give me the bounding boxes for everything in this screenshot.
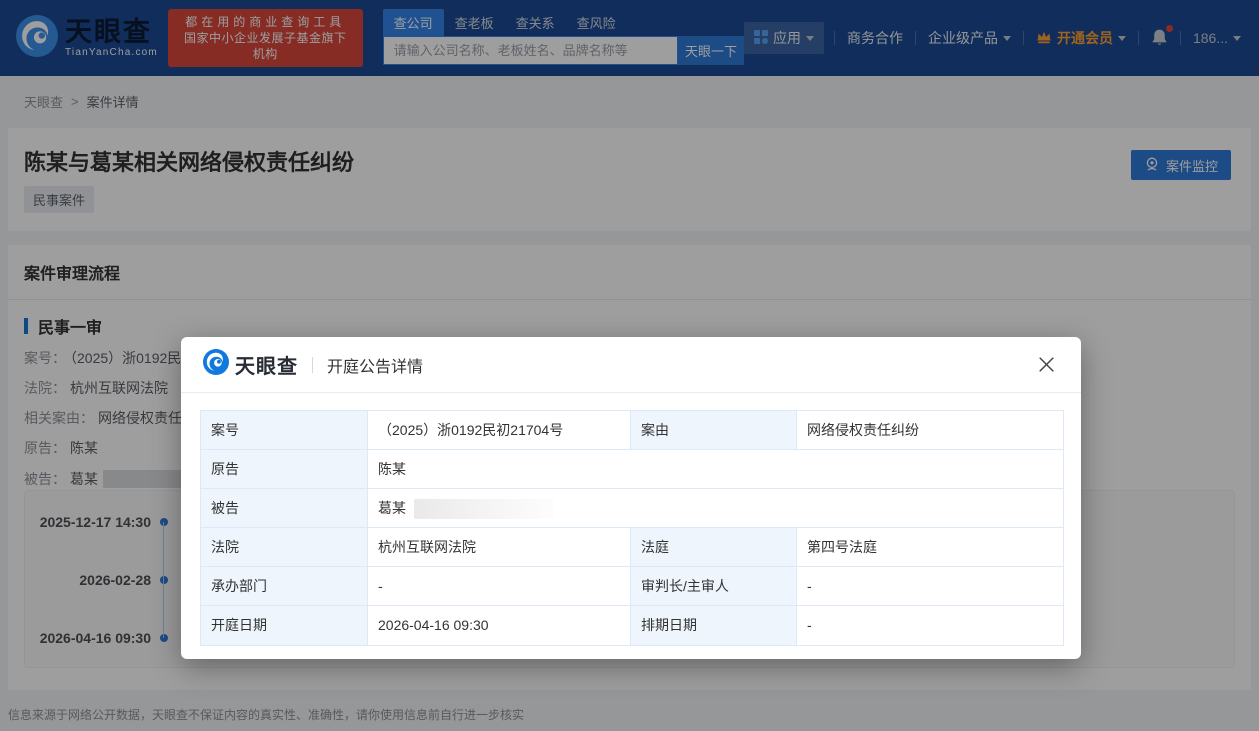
table-label-cell: 承办部门 — [201, 567, 368, 606]
table-value-cell: 葛某 — [368, 489, 1063, 528]
table-value-cell: - — [797, 567, 1063, 606]
table-value-cell: （2025）浙0192民初21704号 — [368, 411, 631, 450]
table-value-cell: 2026-04-16 09:30 — [368, 606, 631, 645]
table-value-cell: - — [368, 567, 631, 606]
table-label-cell: 审判长/主审人 — [631, 567, 797, 606]
table-label-cell: 原告 — [201, 450, 368, 489]
redacted-block — [414, 499, 554, 520]
tianyancha-swirl-icon — [203, 349, 229, 380]
modal-table: 案号 （2025）浙0192民初21704号 案由 网络侵权责任纠纷原告 陈某 被告 葛某法… — [200, 410, 1064, 646]
table-label-cell: 排期日期 — [631, 606, 797, 645]
table-label-cell: 案号 — [201, 411, 368, 450]
table-value-cell: 网络侵权责任纠纷 — [797, 411, 1063, 450]
close-icon[interactable] — [1034, 352, 1059, 377]
modal-brand: 天眼查 — [235, 356, 298, 378]
table-value-cell: 陈某 — [368, 450, 1063, 489]
hearing-detail-modal: 天眼查 开庭公告详情 案号 （2025）浙0192民初21704号 案由 网络侵权责任… — [181, 337, 1081, 659]
modal-body: 案号 （2025）浙0192民初21704号 案由 网络侵权责任纠纷原告 陈某 被告 葛某法… — [181, 393, 1081, 646]
table-value-cell: 第四号法庭 — [797, 528, 1063, 567]
table-label-cell: 法院 — [201, 528, 368, 567]
table-label-cell: 开庭日期 — [201, 606, 368, 645]
table-label-cell: 法庭 — [631, 528, 797, 567]
table-label-cell: 被告 — [201, 489, 368, 528]
table-value-cell: - — [807, 617, 812, 633]
table-label-cell: 案由 — [631, 411, 797, 450]
modal-title: 开庭公告详情 — [327, 358, 424, 376]
modal-header: 天眼查 开庭公告详情 — [181, 337, 1081, 393]
table-value-cell: 杭州互联网法院 — [368, 528, 631, 567]
modal-divider — [312, 356, 313, 373]
